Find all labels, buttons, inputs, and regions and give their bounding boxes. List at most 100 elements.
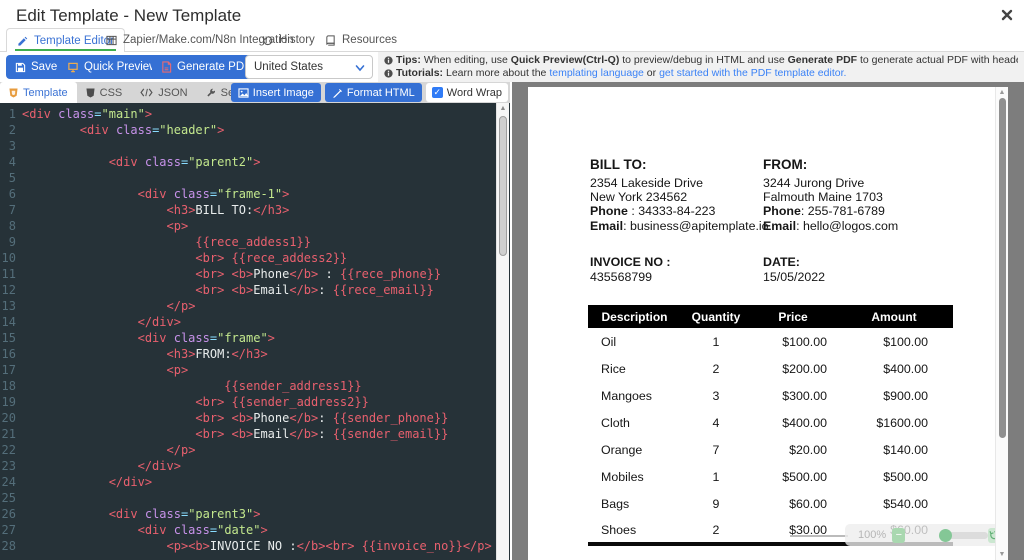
bill-to-address-1: 2354 Lakeside Drive	[590, 176, 790, 190]
wrench-icon	[206, 88, 216, 98]
generate-pdf-button[interactable]: Generate PDF	[152, 55, 260, 79]
tips-link[interactable]: get started with the PDF template editor…	[659, 67, 846, 79]
table-cell: Orange	[588, 436, 681, 463]
preview-scrollbar[interactable]: ▲ ▼	[995, 87, 1008, 560]
scroll-up-arrow-icon[interactable]: ▲	[996, 89, 1008, 96]
table-row: Bags9$60.00$540.00	[588, 490, 953, 517]
info-icon	[384, 56, 393, 65]
table-cell: $200.00	[751, 355, 835, 382]
date-label: DATE:	[763, 255, 825, 270]
table-cell: $500.00	[751, 463, 835, 490]
insert-image-label: Insert Image	[253, 87, 314, 99]
table-cell: 3	[681, 382, 751, 409]
table-header-cell: Price	[751, 305, 835, 328]
table-header-cell: Amount	[835, 305, 953, 328]
zoom-slider-knob[interactable]	[939, 529, 952, 542]
tips-link[interactable]: templating language	[549, 67, 644, 79]
table-cell: $300.00	[751, 382, 835, 409]
code-line: 8 <p>	[0, 218, 510, 234]
book-icon	[325, 35, 336, 46]
table-row: Mobiles1$500.00$500.00	[588, 463, 953, 490]
table-header-row: DescriptionQuantityPriceAmount	[588, 305, 953, 328]
format-pen-icon	[332, 88, 343, 98]
table-cell: Oil	[588, 328, 681, 355]
scroll-down-arrow-icon[interactable]: ▼	[996, 551, 1008, 558]
table-row: Orange7$20.00$140.00	[588, 436, 953, 463]
editor-tabbar: Template CSS JSON Settings In	[0, 82, 510, 103]
tab-resources[interactable]: Resources	[315, 28, 407, 52]
table-cell: $60.00	[751, 490, 835, 517]
code-line: 24 </div>	[0, 474, 510, 490]
editor-scrollbar[interactable]: ▲	[496, 103, 509, 560]
format-html-button[interactable]: Format HTML	[325, 83, 422, 102]
table-cell: 2	[681, 355, 751, 382]
bill-to-phone: Phone : 34333-84-223	[590, 204, 790, 218]
history-icon	[262, 35, 273, 46]
code-line: 3	[0, 138, 510, 154]
zoom-out-button[interactable]: −	[892, 528, 905, 543]
code-line: 4 <div class="parent2">	[0, 154, 510, 170]
code-line: 18 {{sender_address1}}	[0, 378, 510, 394]
code-line: 7 <h3>BILL TO:</h3>	[0, 202, 510, 218]
quick-preview-button[interactable]: Quick Preview	[58, 55, 167, 79]
code-line: 17 <p>	[0, 362, 510, 378]
pdf-preview-pane: BILL TO: 2354 Lakeside Drive New York 23…	[512, 82, 1024, 560]
table-cell: Rice	[588, 355, 681, 382]
word-wrap-toggle[interactable]: ✓ Word Wrap	[426, 83, 508, 102]
editor-tab-template[interactable]: Template	[0, 82, 77, 103]
table-cell: $20.00	[751, 436, 835, 463]
table-header-cell: Description	[588, 305, 681, 328]
from-address-2: Falmouth Maine 1703	[763, 190, 963, 204]
code-line: 10 <br> {{rece_addess2}}	[0, 250, 510, 266]
code-line: 1<div class="main">	[0, 106, 510, 122]
tab-label: Resources	[342, 34, 397, 46]
code-line: 26 <div class="parent3">	[0, 506, 510, 522]
code-lines: 1<div class="main">2 <div class="header"…	[0, 106, 510, 554]
image-icon	[238, 88, 249, 98]
code-line: 16 <h3>FROM:</h3>	[0, 346, 510, 362]
invoice-table: DescriptionQuantityPriceAmountOil1$100.0…	[588, 305, 953, 546]
code-line: 14 </div>	[0, 314, 510, 330]
generate-pdf-label: Generate PDF	[177, 61, 251, 73]
table-row: Cloth4$400.00$1600.00	[588, 409, 953, 436]
code-line: 11 <br> <b>Phone</b> : {{rece_phone}}	[0, 266, 510, 282]
table-cell: $400.00	[751, 409, 835, 436]
table-cell: 9	[681, 490, 751, 517]
table-cell: $900.00	[835, 382, 953, 409]
code-editor[interactable]: 1<div class="main">2 <div class="header"…	[0, 103, 510, 560]
tips-panel: Tips: When editing, use Quick Preview(Ct…	[378, 52, 1024, 82]
from-email: Email: hello@logos.com	[763, 219, 963, 233]
close-icon[interactable]	[1000, 8, 1014, 22]
editor-pane: Template CSS JSON Settings In	[0, 82, 510, 560]
tab-label: History	[279, 34, 315, 46]
insert-image-button[interactable]: Insert Image	[231, 83, 321, 102]
scroll-up-arrow-icon[interactable]: ▲	[497, 105, 509, 112]
info-icon	[384, 69, 393, 78]
table-cell: Mobiles	[588, 463, 681, 490]
code-line: 2 <div class="header">	[0, 122, 510, 138]
editor-tab-json[interactable]: JSON	[131, 82, 196, 103]
tab-history[interactable]: History	[252, 28, 325, 52]
date-block: DATE: 15/05/2022	[763, 255, 825, 285]
format-html-label: Format HTML	[347, 87, 415, 99]
zoom-slider[interactable]	[941, 532, 987, 539]
country-select-value: United States	[254, 61, 323, 73]
floppy-icon	[15, 62, 26, 73]
editor-tab-css[interactable]: CSS	[77, 82, 132, 103]
code-line: 21 <br> <b>Email</b>: {{sender_email}}	[0, 426, 510, 442]
from-block: FROM: 3244 Jurong Drive Falmouth Maine 1…	[763, 157, 963, 233]
table-cell: $500.00	[835, 463, 953, 490]
table-cell: Bags	[588, 490, 681, 517]
pencil-icon	[17, 36, 28, 47]
table-cell: $100.00	[835, 328, 953, 355]
preview-monitor-icon	[67, 62, 79, 73]
preview-scrollbar-thumb[interactable]	[999, 98, 1006, 438]
code-line: 20 <br> <b>Phone</b>: {{sender_phone}}	[0, 410, 510, 426]
country-select[interactable]: United States	[245, 55, 373, 79]
table-cell: 7	[681, 436, 751, 463]
editor-scrollbar-thumb[interactable]	[499, 116, 507, 256]
toolbar: Save Quick Preview Generate PDF United S…	[0, 52, 1024, 82]
table-cell: $100.00	[751, 328, 835, 355]
html-shield-icon	[9, 88, 18, 98]
code-line: 25	[0, 490, 510, 506]
